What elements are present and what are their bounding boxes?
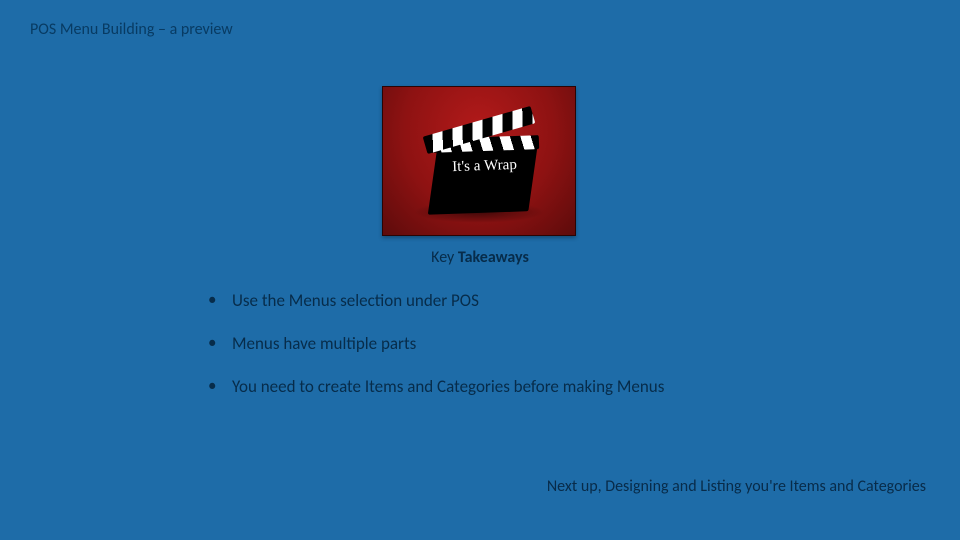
slide-title: POS Menu Building – a preview bbox=[30, 20, 233, 39]
subheading-main: Takeaways bbox=[458, 248, 529, 267]
clapperboard-text: It's a Wrap bbox=[434, 157, 535, 176]
bullet-item: Use the Menus selection under POS bbox=[208, 290, 880, 311]
bullet-item: You need to create Items and Categories … bbox=[208, 376, 880, 397]
subheading: Key Takeaways bbox=[0, 248, 960, 267]
slide: POS Menu Building – a preview It's a Wra… bbox=[0, 0, 960, 540]
footer-text: Next up, Designing and Listing you're It… bbox=[547, 477, 926, 496]
bullet-list: Use the Menus selection under POS Menus … bbox=[208, 290, 880, 419]
bullet-item: Menus have multiple parts bbox=[208, 333, 880, 354]
subheading-prefix: Key bbox=[431, 248, 454, 267]
hero-image: It's a Wrap bbox=[382, 86, 576, 236]
